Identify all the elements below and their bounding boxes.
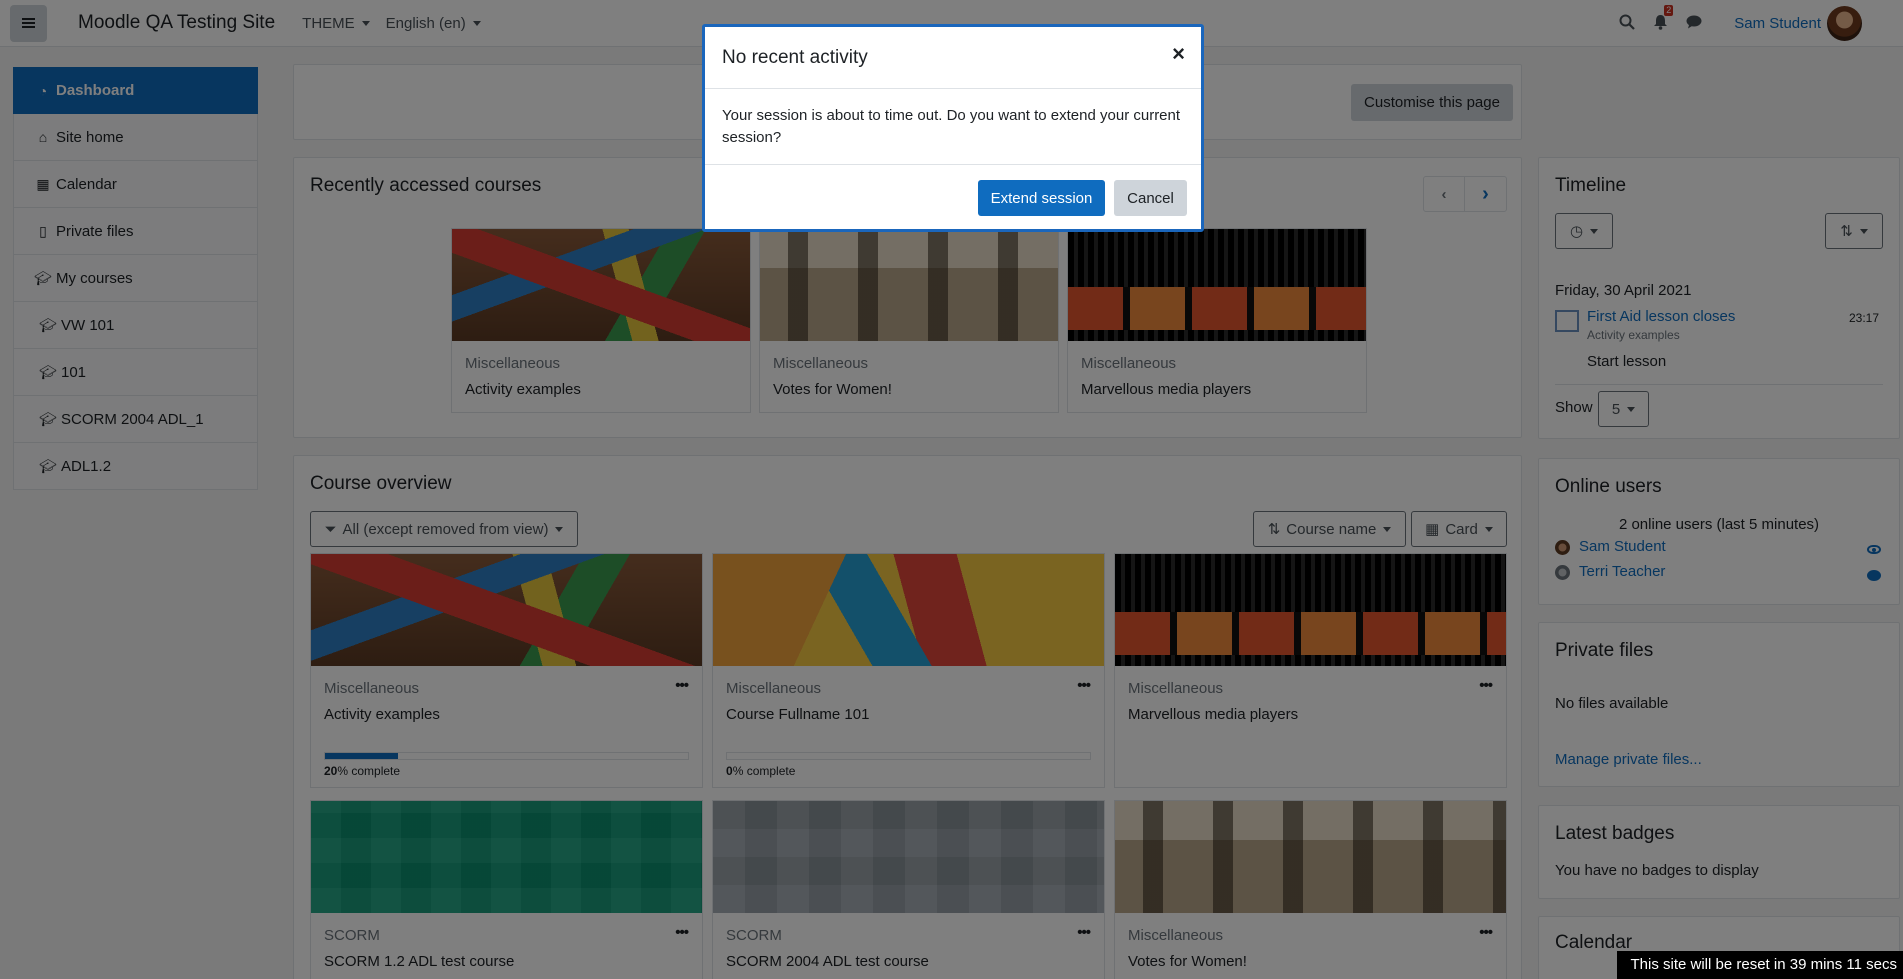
modal-body-text: Your session is about to time out. Do yo…	[722, 107, 1181, 146]
modal-footer: Extend session Cancel	[705, 164, 1201, 229]
site-reset-notice: This site will be reset in 39 mins 11 se…	[1616, 951, 1903, 979]
session-timeout-modal: No recent activity × Your session is abo…	[702, 24, 1204, 232]
cancel-button[interactable]: Cancel	[1114, 180, 1187, 216]
extend-session-button[interactable]: Extend session	[978, 180, 1105, 216]
modal-title: No recent activity	[722, 47, 868, 68]
modal-header: No recent activity ×	[705, 27, 1201, 89]
close-icon[interactable]: ×	[1172, 41, 1185, 67]
